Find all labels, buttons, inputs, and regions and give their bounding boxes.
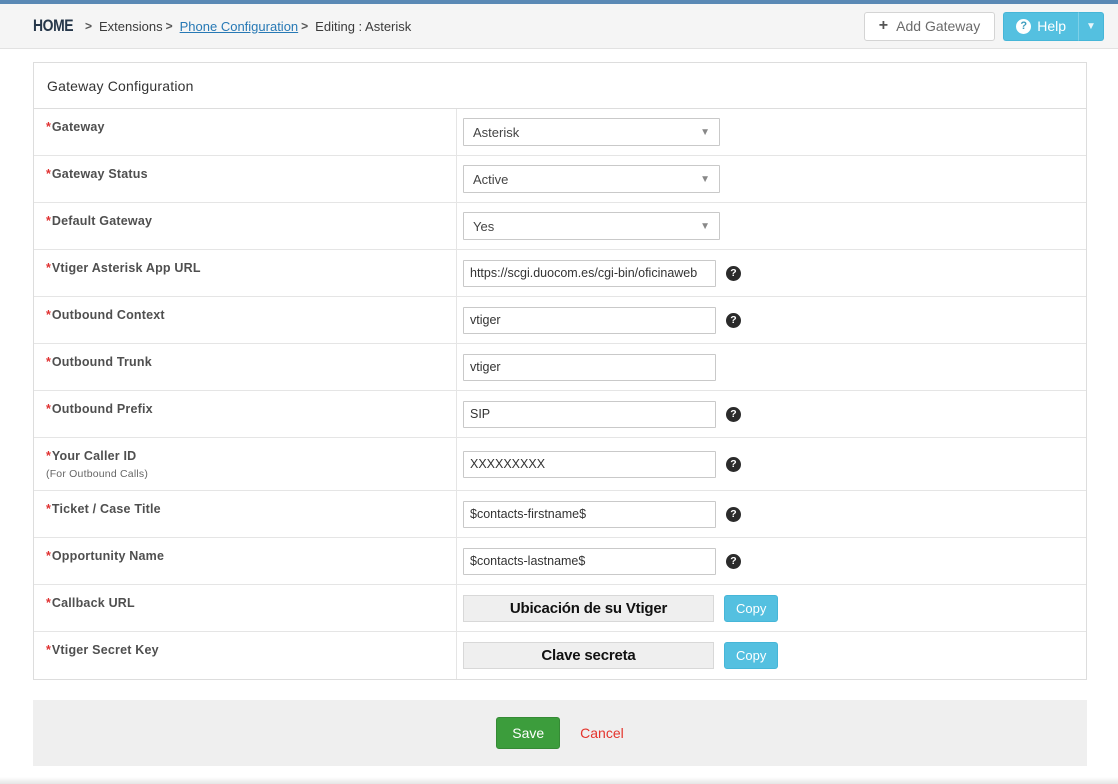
form-row-callback-url: *Callback URL Ubicación de su Vtiger Cop… [34, 585, 1086, 632]
field-label: Gateway Status [52, 167, 148, 181]
help-icon[interactable]: ? [726, 507, 741, 522]
field-label: Your Caller ID [52, 449, 137, 463]
field-label: Outbound Prefix [52, 402, 153, 416]
required-marker: * [46, 308, 51, 322]
chevron-down-icon: ▼ [700, 221, 710, 232]
required-marker: * [46, 449, 51, 463]
required-marker: * [46, 549, 51, 563]
breadcrumb-separator: > [85, 19, 92, 33]
default-gateway-select[interactable]: Yes ▼ [463, 212, 720, 240]
required-marker: * [46, 261, 51, 275]
form-row-outbound-prefix: *Outbound Prefix ? [34, 391, 1086, 438]
field-label: Opportunity Name [52, 549, 164, 563]
help-icon[interactable]: ? [726, 554, 741, 569]
field-label: Callback URL [52, 596, 135, 610]
gateway-status-select[interactable]: Active ▼ [463, 165, 720, 193]
header-actions: + Add Gateway ? Help ▼ [864, 12, 1104, 41]
breadcrumb-link-phone-configuration[interactable]: Phone Configuration [180, 19, 299, 34]
required-marker: * [46, 214, 51, 228]
form-row-outbound-trunk: *Outbound Trunk [34, 344, 1086, 391]
field-label: Outbound Trunk [52, 355, 152, 369]
gateway-configuration-panel: Gateway Configuration *Gateway Asterisk … [33, 62, 1087, 680]
field-sublabel: (For Outbound Calls) [46, 468, 446, 480]
breadcrumb: HOME > Extensions > Phone Configuration … [33, 16, 411, 36]
field-label: Outbound Context [52, 308, 165, 322]
help-button-group: ? Help ▼ [1003, 12, 1104, 41]
form-row-gateway-status: *Gateway Status Active ▼ [34, 156, 1086, 203]
form-row-outbound-context: *Outbound Context ? [34, 297, 1086, 344]
help-label: Help [1037, 18, 1066, 34]
callback-url-source-button[interactable]: Ubicación de su Vtiger [463, 595, 714, 622]
help-button[interactable]: ? Help [1003, 12, 1078, 41]
add-gateway-label: Add Gateway [896, 18, 980, 34]
plus-icon: + [879, 17, 888, 35]
field-label: Gateway [52, 120, 105, 134]
required-marker: * [46, 402, 51, 416]
required-marker: * [46, 643, 51, 657]
form-actions-bar: Save Cancel [33, 700, 1087, 766]
selected-value: Yes [473, 219, 494, 234]
form-row-default-gateway: *Default Gateway Yes ▼ [34, 203, 1086, 250]
chevron-down-icon: ▼ [700, 174, 710, 185]
ticket-title-input[interactable] [463, 501, 716, 528]
opportunity-name-input[interactable] [463, 548, 716, 575]
breadcrumb-current-page: Editing : Asterisk [315, 19, 411, 34]
help-icon[interactable]: ? [726, 407, 741, 422]
required-marker: * [46, 502, 51, 516]
form-row-app-url: *Vtiger Asterisk App URL ? [34, 250, 1086, 297]
question-circle-icon: ? [1016, 19, 1031, 34]
required-marker: * [46, 120, 51, 134]
help-icon[interactable]: ? [726, 313, 741, 328]
breadcrumb-item-extensions[interactable]: Extensions [99, 19, 163, 34]
help-dropdown-toggle[interactable]: ▼ [1078, 12, 1104, 41]
field-label: Default Gateway [52, 214, 152, 228]
help-icon[interactable]: ? [726, 457, 741, 472]
add-gateway-button[interactable]: + Add Gateway [864, 12, 995, 41]
gateway-select[interactable]: Asterisk ▼ [463, 118, 720, 146]
field-label: Vtiger Asterisk App URL [52, 261, 201, 275]
secret-key-copy-button[interactable]: Copy [724, 642, 778, 669]
outbound-trunk-input[interactable] [463, 354, 716, 381]
cancel-link[interactable]: Cancel [580, 725, 624, 741]
form-row-caller-id: *Your Caller ID (For Outbound Calls) ? [34, 438, 1086, 491]
outbound-context-input[interactable] [463, 307, 716, 334]
caret-down-icon: ▼ [1086, 21, 1096, 32]
field-label: Vtiger Secret Key [52, 643, 159, 657]
app-url-input[interactable] [463, 260, 716, 287]
form-row-gateway: *Gateway Asterisk ▼ [34, 109, 1086, 156]
save-button[interactable]: Save [496, 717, 560, 749]
outbound-prefix-input[interactable] [463, 401, 716, 428]
secret-key-source-button[interactable]: Clave secreta [463, 642, 714, 669]
required-marker: * [46, 167, 51, 181]
caller-id-input[interactable] [463, 451, 716, 478]
selected-value: Active [473, 172, 508, 187]
panel-title: Gateway Configuration [34, 63, 1086, 109]
selected-value: Asterisk [473, 125, 519, 140]
chevron-down-icon: ▼ [700, 127, 710, 138]
form-row-opportunity-name: *Opportunity Name ? [34, 538, 1086, 585]
page-header: HOME > Extensions > Phone Configuration … [0, 4, 1118, 49]
required-marker: * [46, 596, 51, 610]
help-icon[interactable]: ? [726, 266, 741, 281]
required-marker: * [46, 355, 51, 369]
breadcrumb-home-link[interactable]: HOME [33, 16, 73, 36]
bottom-shadow [0, 777, 1118, 784]
form-row-secret-key: *Vtiger Secret Key Clave secreta Copy [34, 632, 1086, 679]
breadcrumb-separator: > [301, 19, 308, 33]
field-label: Ticket / Case Title [52, 502, 161, 516]
form-row-ticket-title: *Ticket / Case Title ? [34, 491, 1086, 538]
breadcrumb-separator: > [166, 19, 173, 33]
callback-url-copy-button[interactable]: Copy [724, 595, 778, 622]
